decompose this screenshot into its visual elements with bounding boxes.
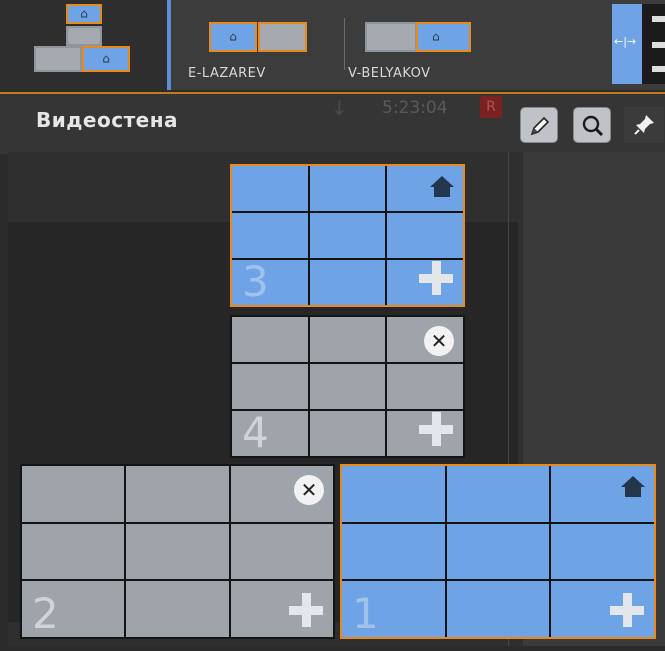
menu-bar <box>652 16 665 22</box>
panel-title: Видеостена <box>36 108 179 132</box>
current-layout-preview[interactable]: ⌂ ⌂ <box>0 0 167 90</box>
home-icon: ⌂ <box>80 6 88 21</box>
close-icon[interactable]: ✕ <box>424 326 454 356</box>
search-button[interactable] <box>573 107 611 143</box>
background-record-badge: R <box>480 96 502 118</box>
close-icon[interactable]: ✕ <box>294 475 324 505</box>
monitor-cell <box>309 364 386 409</box>
monitor-cell <box>309 166 386 211</box>
monitor-cell <box>126 581 229 637</box>
home-icon[interactable] <box>429 174 455 198</box>
user-layout-monitor: ⌂ <box>416 22 471 52</box>
layout-topbar: ⌂ ⌂ ⌂ E-LAZAREV ⌂ V-BELYAKOV ←|→ <box>0 0 665 90</box>
background-time: 5:23:04 <box>382 98 448 118</box>
menu-edge[interactable] <box>642 4 665 84</box>
background-arrow: ↓ <box>331 96 348 120</box>
monitor-cell <box>126 523 229 580</box>
monitor-cell <box>232 166 308 211</box>
user-separator <box>344 18 345 70</box>
resize-handle[interactable]: ←|→ <box>612 4 642 84</box>
preview-monitor-middle <box>66 26 102 46</box>
monitor-2[interactable]: ✕ 2 <box>20 464 335 639</box>
preview-monitor-top: ⌂ <box>66 4 102 24</box>
monitor-number: 1 <box>352 589 379 638</box>
menu-bar <box>652 42 665 48</box>
monitor-cell <box>232 213 308 258</box>
add-camera-icon[interactable] <box>419 261 453 295</box>
user-layout-monitor <box>365 22 417 52</box>
preview-divider <box>167 0 171 90</box>
monitor-4[interactable]: ✕ 4 <box>230 315 465 458</box>
monitor-cell <box>309 411 386 456</box>
monitor-cell <box>342 523 445 580</box>
monitor-cell <box>387 364 463 409</box>
monitor-cell <box>22 523 125 580</box>
monitor-3[interactable]: 3 <box>230 164 465 307</box>
pin-button[interactable] <box>624 107 664 143</box>
monitor-cell <box>230 523 333 580</box>
user-name: E-LAZAREV <box>188 66 266 81</box>
resize-arrows-icon: ←|→ <box>614 35 637 48</box>
pin-icon <box>634 115 654 135</box>
monitor-cell <box>232 317 308 362</box>
user-name: V-BELYAKOV <box>348 66 431 81</box>
monitor-cell <box>387 213 463 258</box>
edit-button[interactable] <box>520 107 558 143</box>
menu-bar <box>652 66 665 72</box>
monitor-cell <box>309 317 386 362</box>
monitor-number: 4 <box>242 408 269 457</box>
user-layout-monitor <box>258 22 307 52</box>
search-icon <box>582 115 604 137</box>
monitor-cell <box>232 364 308 409</box>
monitor-number: 2 <box>32 589 59 638</box>
monitor-cell <box>309 213 386 258</box>
monitor-cell <box>309 260 386 305</box>
monitor-cell <box>342 466 445 522</box>
monitor-number: 3 <box>242 257 269 306</box>
home-icon: ⌂ <box>432 29 440 44</box>
monitor-cell <box>446 466 550 522</box>
pencil-icon <box>530 116 550 136</box>
monitor-cell <box>446 581 550 637</box>
monitor-1[interactable]: 1 <box>340 464 656 639</box>
monitor-cell <box>551 523 654 580</box>
user-layout-monitor: ⌂ <box>209 22 257 52</box>
add-camera-icon[interactable] <box>419 412 453 446</box>
monitor-cell <box>446 523 550 580</box>
home-icon: ⌂ <box>102 51 110 66</box>
preview-monitor-bottom-left <box>34 46 82 72</box>
home-icon: ⌂ <box>229 29 237 44</box>
preview-monitor-bottom-right: ⌂ <box>82 46 130 72</box>
add-camera-icon[interactable] <box>289 593 323 627</box>
monitor-cell <box>22 466 125 522</box>
home-icon[interactable] <box>620 474 646 498</box>
add-camera-icon[interactable] <box>610 593 644 627</box>
monitor-cell <box>126 466 229 522</box>
